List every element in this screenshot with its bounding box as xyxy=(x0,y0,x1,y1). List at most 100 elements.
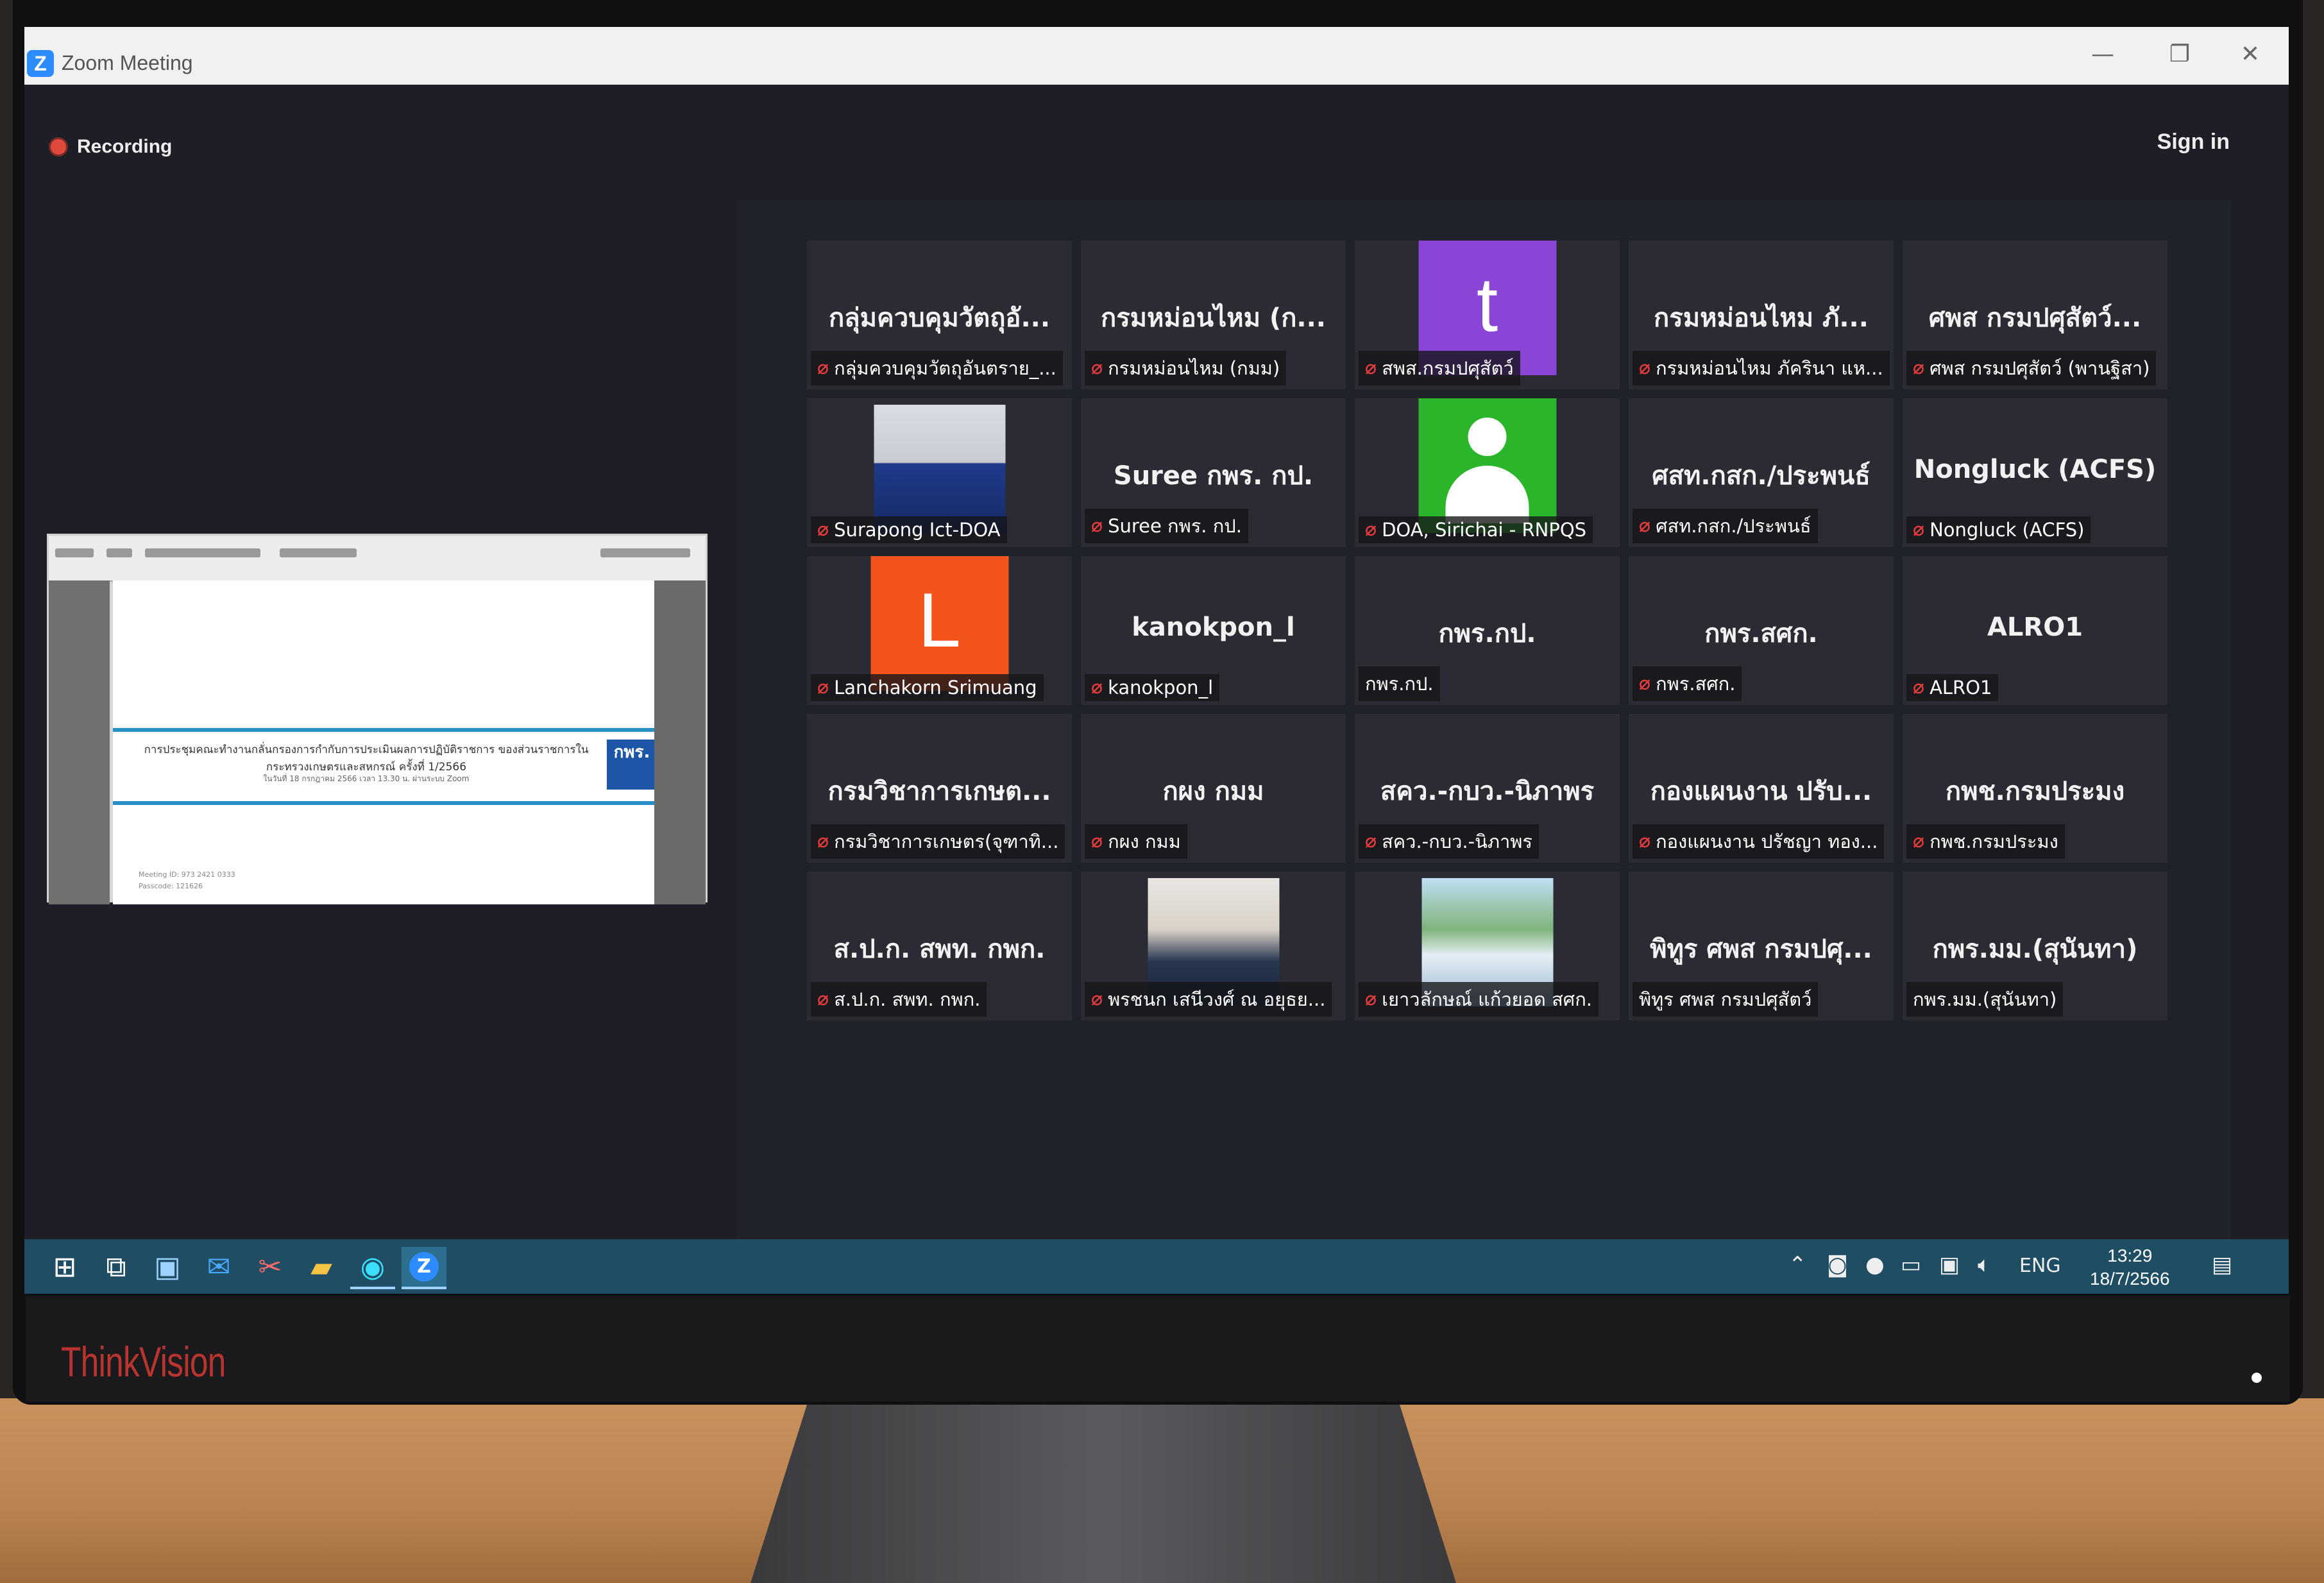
recording-indicator[interactable]: Recording xyxy=(49,136,172,158)
participant-tile[interactable]: kanokpon_l ⌀ kanokpon_l xyxy=(1081,556,1346,705)
monitor-brand: ThinkVision xyxy=(61,1338,226,1385)
windows-start-icon[interactable]: ⊞ xyxy=(42,1247,87,1287)
participant-label: ⌀ กผง กมม xyxy=(1085,824,1187,859)
clock-time: 13:29 xyxy=(2107,1246,2153,1266)
participant-display-name: กลุ่มควบคุมวัตถุอั... xyxy=(828,303,1051,333)
participant-name: ส.ป.ก. สพท. กพก. xyxy=(834,988,981,1010)
shared-title: การประชุมคณะทำงานกลั่นกรองการกำกับการประ… xyxy=(144,743,589,774)
file-explorer-icon[interactable]: ▰ xyxy=(299,1247,344,1287)
participant-name: พิทูร ศพส กรมปศุสัตว์ xyxy=(1639,988,1812,1010)
participant-name: กพช.กรมประมง xyxy=(1930,831,2058,852)
participant-tile[interactable]: L ⌀ Lanchakorn Srimuang xyxy=(807,556,1072,705)
meeting-info: Meeting ID: 973 2421 0333 Passcode: 1216… xyxy=(139,869,235,892)
participant-tile[interactable]: ศสท.กสก./ประพนธ์ ⌀ ศสท.กสก./ประพนธ์ xyxy=(1629,398,1894,547)
minimize-button[interactable]: — xyxy=(2083,41,2122,67)
participant-name: กลุ่มควบคุมวัตถุอันตราย_... xyxy=(834,357,1056,379)
participant-label: ⌀ กรมหม่อนไหม (กมม) xyxy=(1085,351,1287,385)
show-hidden-icons-chevron-icon[interactable]: ⌃ xyxy=(1788,1252,1807,1278)
participant-tile[interactable]: กรมวิชาการเกษต... ⌀ กรมวิชาการเกษตร(จุฑาทิ… xyxy=(807,714,1072,863)
volume-icon[interactable]: 🔈︎ xyxy=(1978,1252,1990,1278)
participant-tile[interactable]: กรมหม่อนไหม ภั... ⌀ กรมหม่อนไหม ภัครินา แห… xyxy=(1629,241,1894,389)
clock[interactable]: 13:29 18/7/2566 xyxy=(2090,1244,2170,1291)
windows-taskbar: ⊞ ⧉ ▣ ✉ ✂ ▰ ◉ Z ⌃ ◙ ● ▭ ▣ 🔈︎ ENG 13:29 1… xyxy=(24,1239,2289,1294)
input-language[interactable]: ENG xyxy=(2019,1255,2061,1277)
clock-date: 18/7/2566 xyxy=(2090,1269,2170,1289)
mail-icon[interactable]: ✉ xyxy=(196,1247,241,1287)
participant-label: ⌀ ศสท.กสก./ประพนธ์ xyxy=(1633,509,1818,543)
participant-tile[interactable]: กพร.มม.(สุนันทา) กพร.มม.(สุนันทา) xyxy=(1903,872,2167,1020)
participant-name: กพร.มม.(สุนันทา) xyxy=(1913,988,2057,1010)
muted-mic-icon: ⌀ xyxy=(1913,518,1925,541)
participant-name: กพร.สศก. xyxy=(1656,673,1736,695)
monitor-chin xyxy=(26,1296,2290,1401)
participant-label: ⌀ ศพส กรมปศุสัตว์ (พานฐิสา) xyxy=(1906,351,2157,385)
participant-tile[interactable]: กพช.กรมประมง ⌀ กพช.กรมประมง xyxy=(1903,714,2167,863)
close-button[interactable]: ✕ xyxy=(2231,41,2269,67)
restore-button[interactable]: ❐ xyxy=(2160,41,2199,67)
muted-mic-icon: ⌀ xyxy=(1639,357,1651,379)
participant-name: กรมหม่อนไหม (กมม) xyxy=(1108,357,1280,379)
participant-tile[interactable]: ⌀ DOA, Sirichai - RNPQS xyxy=(1355,398,1620,547)
camera-tray-icon[interactable]: ◙ xyxy=(1827,1252,1848,1278)
store-icon[interactable]: ▣ xyxy=(145,1247,190,1287)
participant-tile[interactable]: ส.ป.ก. สพท. กพก. ⌀ ส.ป.ก. สพท. กพก. xyxy=(807,872,1072,1020)
participant-label: ⌀ สคว.-กบว.-นิภาพร xyxy=(1359,824,1539,859)
participant-label: ⌀ Surapong Ict-DOA xyxy=(811,516,1007,543)
participant-name: กผง กมม xyxy=(1108,831,1181,852)
participant-tile[interactable]: กองแผนงาน ปรับ... ⌀ กองแผนงาน ปรัชญา ทอง..… xyxy=(1629,714,1894,863)
participant-tile[interactable]: สคว.-กบว.-นิภาพร ⌀ สคว.-กบว.-นิภาพร xyxy=(1355,714,1620,863)
network-icon[interactable]: ▭ xyxy=(1901,1252,1921,1278)
snip-icon[interactable]: ✂ xyxy=(248,1247,293,1287)
participant-display-name: Nongluck (ACFS) xyxy=(1913,455,2157,484)
participant-tile[interactable]: t ⌀ สพส.กรมปศุสัตว์ xyxy=(1355,241,1620,389)
meeting-id: Meeting ID: 973 2421 0333 xyxy=(139,870,235,879)
recording-label: Recording xyxy=(77,136,173,157)
power-led xyxy=(2252,1373,2262,1383)
participant-tile[interactable]: พิทูร ศพส กรมปศุ... พิทูร ศพส กรมปศุสัตว์ xyxy=(1629,872,1894,1020)
participant-name: ศพส กรมปศุสัตว์ (พานฐิสา) xyxy=(1930,357,2150,379)
webex-icon[interactable]: ◉ xyxy=(350,1247,395,1289)
notifications-icon[interactable]: ▤ xyxy=(2212,1252,2232,1278)
security-icon[interactable]: ▣ xyxy=(1939,1252,1960,1278)
participant-label: ⌀ สพส.กรมปศุสัตว์ xyxy=(1359,351,1520,385)
participant-name: DOA, Sirichai - RNPQS xyxy=(1382,519,1587,541)
participant-name: kanokpon_l xyxy=(1108,677,1214,698)
participant-display-name: Suree กพร. กป. xyxy=(1113,461,1314,491)
shared-sidebar xyxy=(49,580,110,904)
participant-label: พิทูร ศพส กรมปศุสัตว์ xyxy=(1633,982,1819,1017)
participant-name: ALRO1 xyxy=(1930,677,1992,698)
task-view-icon[interactable]: ⧉ xyxy=(94,1247,139,1287)
participant-tile[interactable]: กลุ่มควบคุมวัตถุอั... ⌀ กลุ่มควบคุมวัตถุอั… xyxy=(807,241,1072,389)
participant-tile[interactable]: กพร.กป. กพร.กป. xyxy=(1355,556,1620,705)
participant-label: ⌀ ส.ป.ก. สพท. กพก. xyxy=(811,982,987,1017)
participant-tile[interactable]: ⌀ Surapong Ict-DOA xyxy=(807,398,1072,547)
participant-tile[interactable]: Suree กพร. กป. ⌀ Suree กพร. กป. xyxy=(1081,398,1346,547)
participant-tile[interactable]: กผง กมม ⌀ กผง กมม xyxy=(1081,714,1346,863)
participant-tile[interactable]: กพร.สศก. ⌀ กพร.สศก. xyxy=(1629,556,1894,705)
participant-name: พรชนก เสนีวงศ์ ณ อยุธย... xyxy=(1108,988,1326,1010)
participant-tile[interactable]: ALRO1 ⌀ ALRO1 xyxy=(1903,556,2167,705)
shared-screen-thumbnail[interactable]: การประชุมคณะทำงานกลั่นกรองการกำกับการประ… xyxy=(47,534,708,904)
participant-tile[interactable]: ศพส กรมปศุสัตว์... ⌀ ศพส กรมปศุสัตว์ (พานฐ… xyxy=(1903,241,2167,389)
participant-name: กรมวิชาการเกษตร(จุฑาทิ... xyxy=(834,831,1059,852)
participant-tile[interactable]: ⌀ พรชนก เสนีวงศ์ ณ อยุธย... xyxy=(1081,872,1346,1020)
participant-grid: กลุ่มควบคุมวัตถุอั... ⌀ กลุ่มควบคุมวัตถุอั… xyxy=(807,241,2167,1020)
participant-tile[interactable]: กรมหม่อนไหม (ก... ⌀ กรมหม่อนไหม (กมม) xyxy=(1081,241,1346,389)
microphone-icon[interactable]: ● xyxy=(1865,1252,1885,1278)
sign-in-button[interactable]: Sign in xyxy=(2157,130,2230,155)
participant-name: สพส.กรมปศุสัตว์ xyxy=(1382,357,1514,379)
participant-label: ⌀ กพช.กรมประมง xyxy=(1906,824,2065,859)
muted-mic-icon: ⌀ xyxy=(1091,357,1103,379)
participant-display-name: กองแผนงาน ปรับ... xyxy=(1650,777,1872,806)
participant-label: ⌀ กรมหม่อนไหม ภัครินา แห... xyxy=(1633,351,1890,385)
participant-tile[interactable]: ⌀ เยาวลักษณ์ แก้วยอด สศก. xyxy=(1355,872,1620,1020)
participant-name: เยาวลักษณ์ แก้วยอด สศก. xyxy=(1382,988,1592,1010)
muted-mic-icon: ⌀ xyxy=(1639,514,1651,537)
participant-label: ⌀ กลุ่มควบคุมวัตถุอันตราย_... xyxy=(811,351,1063,385)
muted-mic-icon: ⌀ xyxy=(1639,830,1651,852)
participant-display-name: kanokpon_l xyxy=(1132,613,1295,642)
muted-mic-icon: ⌀ xyxy=(1913,676,1925,698)
muted-mic-icon: ⌀ xyxy=(817,518,829,541)
participant-tile[interactable]: Nongluck (ACFS) ⌀ Nongluck (ACFS) xyxy=(1903,398,2167,547)
zoom-taskbar-icon[interactable]: Z xyxy=(402,1247,446,1289)
